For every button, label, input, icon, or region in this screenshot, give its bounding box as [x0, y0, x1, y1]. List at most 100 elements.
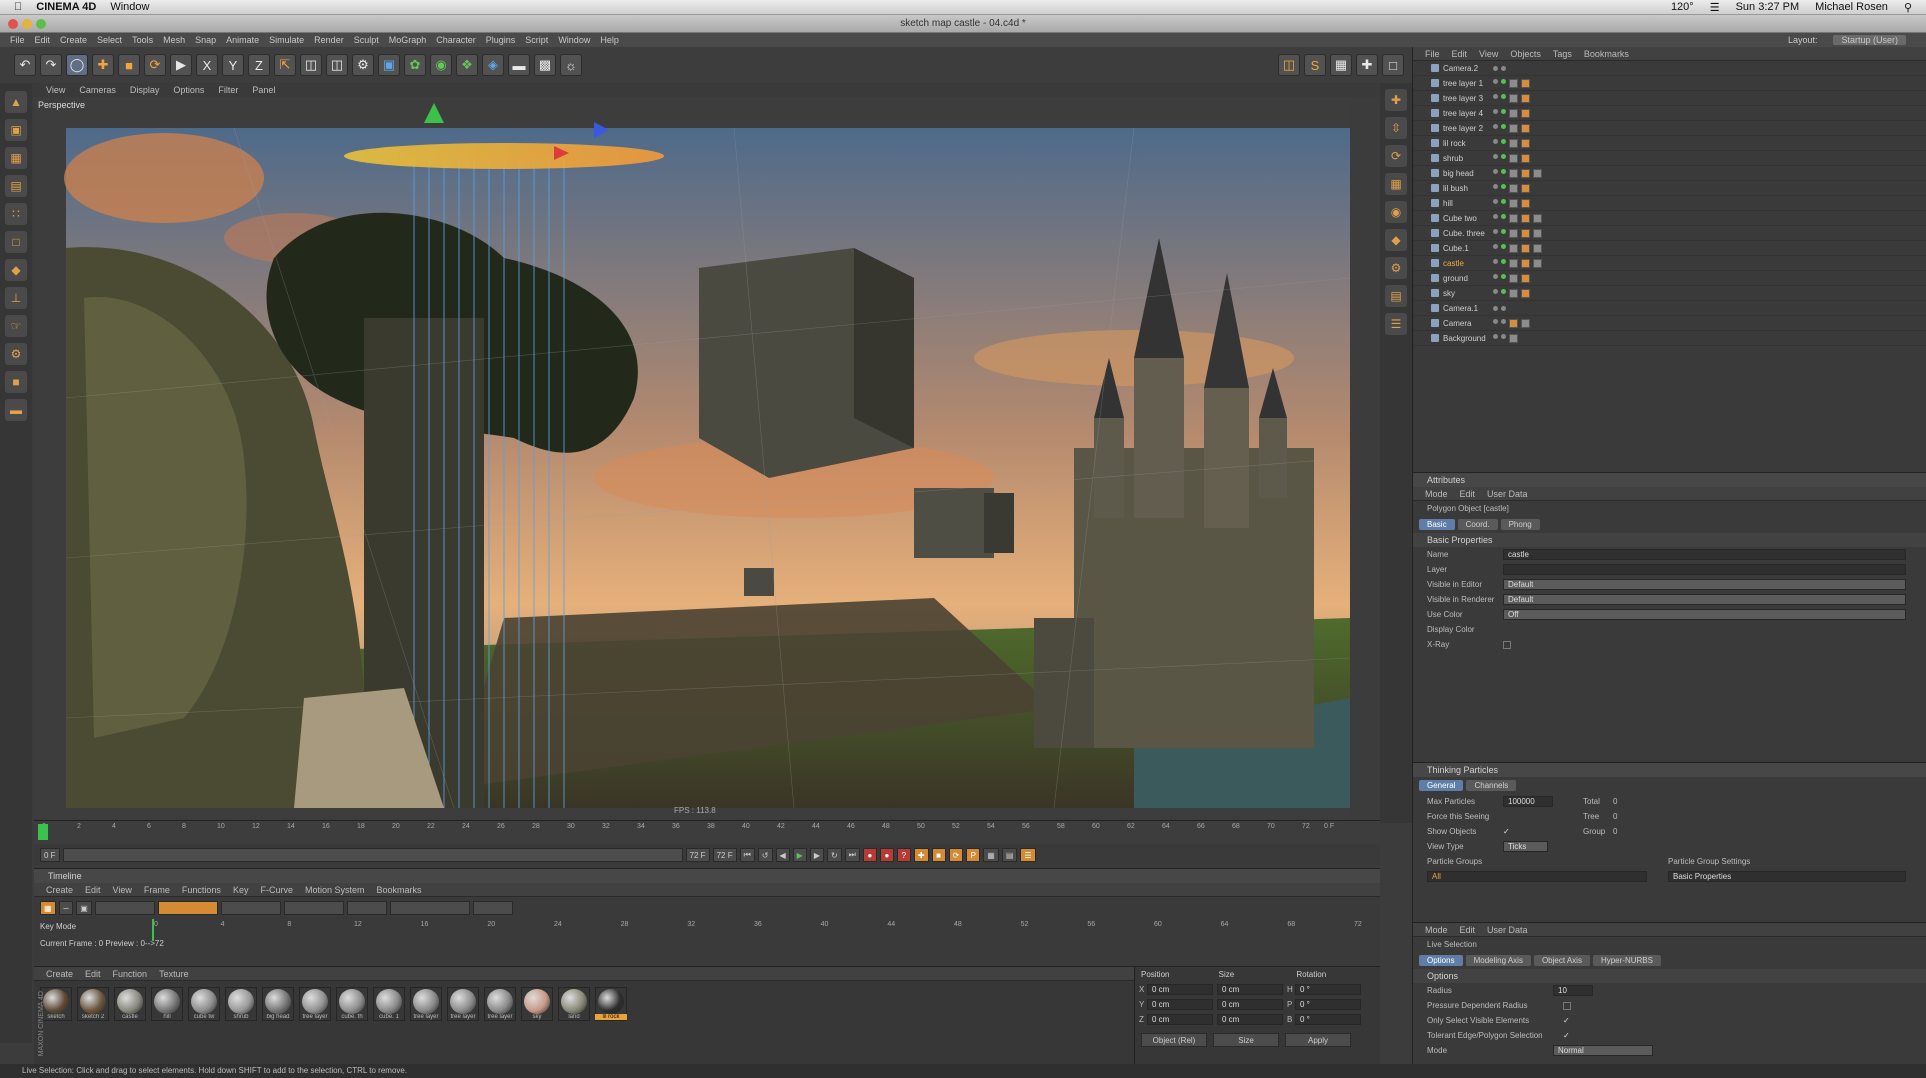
object-row[interactable]: hill [1413, 196, 1926, 211]
menu-create[interactable]: Create [60, 35, 87, 45]
edges-mode-icon[interactable]: □ [5, 231, 27, 253]
material-swatch[interactable]: hill [151, 987, 183, 1021]
material-swatch[interactable]: big head [262, 987, 294, 1021]
tl-menu-motion-system[interactable]: Motion System [305, 885, 365, 895]
object-row[interactable]: tree layer 2 [1413, 121, 1926, 136]
visible-only-checkbox[interactable]: ✓ [1563, 1016, 1570, 1025]
end-frame-field[interactable]: 72 F [685, 848, 710, 862]
goto-end-icon[interactable]: ⏭ [844, 848, 860, 862]
mat-menu-function[interactable]: Function [113, 969, 148, 979]
tl-interpolation-buttons[interactable] [283, 901, 344, 915]
menu-render[interactable]: Render [314, 35, 344, 45]
menu-plugins[interactable]: Plugins [486, 35, 516, 45]
viewport-menu-panel[interactable]: Panel [252, 85, 275, 95]
layer-field[interactable] [1503, 564, 1906, 575]
object-row[interactable]: big head [1413, 166, 1926, 181]
coordinate-system-icon[interactable]: ⇱ [274, 54, 296, 76]
menu-window[interactable]: Window [558, 35, 590, 45]
object-row[interactable]: tree layer 4 [1413, 106, 1926, 121]
size-z-field[interactable]: 0 cm [1217, 1014, 1283, 1025]
object-row[interactable]: lil rock [1413, 136, 1926, 151]
size-y-field[interactable]: 0 cm [1217, 999, 1283, 1010]
rotation-h-field[interactable]: 0 ° [1295, 984, 1361, 995]
viewport-menu-filter[interactable]: Filter [218, 85, 238, 95]
keyframe-selection-icon[interactable]: ? [896, 848, 911, 862]
play-icon[interactable]: ▶ [792, 848, 807, 862]
sculpt-brush-icon[interactable]: ◉ [1385, 201, 1407, 223]
mat-menu-create[interactable]: Create [46, 969, 73, 979]
app-name[interactable]: CINEMA 4D [36, 1, 96, 13]
render-view-icon[interactable]: ◫ [300, 54, 322, 76]
object-row[interactable]: Cube. three [1413, 226, 1926, 241]
record-position-icon[interactable]: ✚ [913, 848, 929, 862]
autokey-icon[interactable]: ● [879, 848, 894, 862]
coord-mode-dropdown[interactable]: Object (Rel) [1141, 1033, 1207, 1047]
tab-object-axis[interactable]: Object Axis [1533, 955, 1590, 966]
tl-menu-view[interactable]: View [113, 885, 132, 895]
scale-tool-icon[interactable]: ■ [118, 54, 140, 76]
texture-mode-icon[interactable]: ▦ [5, 147, 27, 169]
tl-record-buttons[interactable] [157, 901, 218, 915]
edit-render-settings-icon[interactable]: ◫ [1278, 54, 1300, 76]
tab-hyper-nurbs[interactable]: Hyper-NURBS [1592, 955, 1661, 966]
om-menu-tags[interactable]: Tags [1553, 49, 1572, 59]
object-row[interactable]: Cube two [1413, 211, 1926, 226]
tl-layer-buttons[interactable] [346, 901, 387, 915]
tl-menu-fcurve[interactable]: F-Curve [260, 885, 293, 895]
polygons-mode-icon[interactable]: ◆ [5, 259, 27, 281]
model-mode-icon[interactable]: ▣ [5, 119, 27, 141]
points-mode-icon[interactable]: ∷ [5, 203, 27, 225]
om-menu-bookmarks[interactable]: Bookmarks [1584, 49, 1629, 59]
y-axis-lock-icon[interactable]: Y [222, 54, 244, 76]
om-menu-edit[interactable]: Edit [1452, 49, 1468, 59]
basic-properties-field[interactable]: Basic Properties [1668, 871, 1906, 882]
tl-dopesheet-icon[interactable]: ▣ [76, 901, 92, 915]
object-row[interactable]: Background [1413, 331, 1926, 346]
viewport-menu-view[interactable]: View [46, 85, 65, 95]
perspective-viewport[interactable]: Perspective FPS : 113.8 [34, 98, 1350, 818]
tab-basic[interactable]: Basic [1419, 519, 1455, 530]
axis-icon[interactable]: ⊥ [5, 287, 27, 309]
tl-motion-buttons[interactable] [389, 901, 470, 915]
tab-phong[interactable]: Phong [1500, 519, 1540, 530]
max-particles-field[interactable]: 100000 [1503, 796, 1553, 807]
tab-channels[interactable]: Channels [1466, 780, 1517, 791]
make-editable-icon[interactable]: ▲ [5, 91, 27, 113]
layer-manager-icon[interactable]: ☰ [1385, 313, 1407, 335]
tab-general[interactable]: General [1419, 780, 1464, 791]
menu-mesh[interactable]: Mesh [163, 35, 185, 45]
material-swatch[interactable]: tree layer [447, 987, 479, 1021]
name-field[interactable]: castle [1503, 549, 1906, 560]
x-axis-lock-icon[interactable]: X [196, 54, 218, 76]
material-swatch[interactable]: land [558, 987, 590, 1021]
tab-modeling-axis[interactable]: Modeling Axis [1465, 955, 1531, 966]
spotlight-search-icon[interactable]: ⚲ [1904, 1, 1912, 14]
recent-tools-icon[interactable]: ▶ [170, 54, 192, 76]
layout-dropdown[interactable]: Startup (User) [1833, 35, 1906, 45]
visible-renderer-dropdown[interactable]: Default [1503, 594, 1906, 605]
om-menu-view[interactable]: View [1479, 49, 1498, 59]
mac-menu-window[interactable]: Window [110, 1, 149, 13]
tl-key-mode-icon[interactable]: ▦ [40, 901, 56, 915]
tl-menu-key[interactable]: Key [233, 885, 249, 895]
tab-coord[interactable]: Coord. [1457, 519, 1498, 530]
material-swatch[interactable]: tree layer [484, 987, 516, 1021]
viewport-toggle-icon[interactable]: ▦ [1385, 173, 1407, 195]
xpresso-icon[interactable]: ⚙ [1385, 257, 1407, 279]
menu-select[interactable]: Select [97, 35, 122, 45]
camera-icon[interactable]: ▩ [534, 54, 556, 76]
floor-icon[interactable]: ▬ [508, 54, 530, 76]
ls-menu-mode[interactable]: Mode [1425, 925, 1448, 935]
attr-menu-user-data[interactable]: User Data [1487, 489, 1528, 499]
rotation-p-field[interactable]: 0 ° [1295, 999, 1361, 1010]
mat-menu-edit[interactable]: Edit [85, 969, 101, 979]
attr-menu-edit[interactable]: Edit [1460, 489, 1476, 499]
tp-icon[interactable]: ◆ [1385, 229, 1407, 251]
radius-field[interactable]: 10 [1553, 985, 1593, 996]
record-rotation-icon[interactable]: ⟳ [948, 848, 964, 862]
viewport-menu-options[interactable]: Options [173, 85, 204, 95]
object-row[interactable]: sky [1413, 286, 1926, 301]
viewport-menu-cameras[interactable]: Cameras [79, 85, 116, 95]
live-selection-icon[interactable]: ◯ [66, 54, 88, 76]
tl-curve-buttons[interactable] [220, 901, 281, 915]
